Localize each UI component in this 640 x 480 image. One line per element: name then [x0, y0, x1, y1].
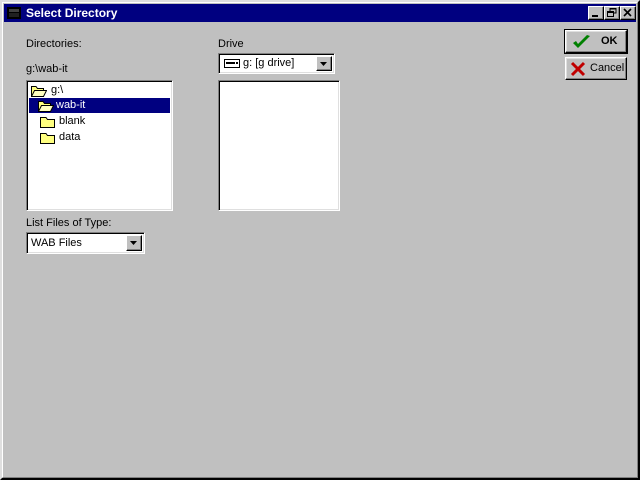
minimize-icon — [592, 15, 598, 17]
directory-name: data — [59, 131, 81, 143]
cancel-label: Cancel — [590, 62, 625, 74]
drive-label: Drive — [218, 38, 244, 50]
directory-item-selected[interactable]: wab-it — [29, 98, 170, 113]
drive-select-value: g: [g drive] — [243, 57, 295, 69]
current-path-label: g:\wab-it — [26, 63, 68, 75]
file-type-select[interactable]: WAB Files — [26, 232, 145, 254]
drive-listbox[interactable] — [218, 80, 340, 211]
close-button[interactable] — [620, 6, 636, 20]
folder-open-icon — [37, 99, 55, 112]
list-files-of-type-label: List Files of Type: — [26, 217, 112, 229]
directory-name: blank — [59, 115, 86, 127]
cancel-button[interactable]: Cancel — [565, 57, 627, 80]
file-type-dropdown-button[interactable] — [126, 235, 142, 251]
checkmark-icon — [573, 35, 590, 48]
directory-item[interactable]: data — [29, 130, 169, 145]
directory-item[interactable]: g:\ — [29, 83, 169, 98]
directory-name: g:\ — [51, 84, 64, 96]
drive-dropdown-button[interactable] — [316, 56, 332, 71]
x-icon — [570, 61, 586, 77]
restore-icon — [607, 8, 617, 17]
directories-label: Directories: — [26, 38, 82, 50]
window-title: Select Directory — [26, 6, 118, 20]
restore-button[interactable] — [604, 6, 620, 20]
chevron-down-icon — [320, 62, 327, 66]
folder-icon — [40, 131, 56, 144]
app-icon[interactable] — [6, 5, 22, 21]
chevron-down-icon — [130, 241, 137, 245]
directory-item[interactable]: blank — [29, 114, 169, 129]
folder-icon — [40, 115, 56, 128]
drive-icon — [224, 58, 240, 72]
folder-open-icon — [30, 84, 48, 97]
drive-select[interactable]: g: [g drive] — [218, 53, 335, 74]
minimize-button[interactable] — [588, 6, 604, 20]
directory-name: wab-it — [56, 99, 86, 111]
ok-label: OK — [601, 35, 618, 47]
ok-button[interactable]: OK — [564, 29, 628, 54]
select-directory-dialog: Select Directory Directories: g:\wab-it — [0, 0, 640, 480]
close-icon — [623, 8, 632, 17]
directories-label-text: Directories: — [26, 38, 82, 50]
file-type-select-value: WAB Files — [31, 237, 82, 249]
title-bar[interactable]: Select Directory — [4, 4, 636, 22]
directories-listbox[interactable]: g:\ wab-it blank data — [26, 80, 173, 211]
